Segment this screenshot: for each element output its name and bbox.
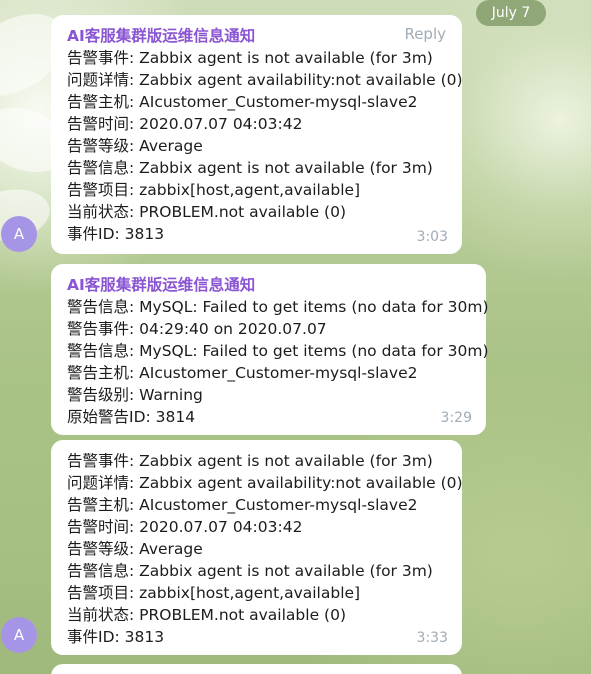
message-time: 3:33 xyxy=(416,630,448,646)
message-line: 告警时间: 2020.07.07 04:03:42 xyxy=(67,115,303,133)
avatar[interactable]: A xyxy=(1,216,37,252)
message-line: 告警项目: zabbix[host,agent,available] xyxy=(67,584,361,602)
message-line: 告警等级: Average xyxy=(67,540,203,558)
message-line: 当前状态: PROBLEM.not available (0) xyxy=(67,203,346,221)
message-bubble[interactable]: AI客服集群版运维信息通知 警告信息: MySQL: Failed to get… xyxy=(51,264,489,435)
message-line: 告警事件: Zabbix agent is not available (for… xyxy=(67,49,433,67)
message-line: 警告主机: AIcustomer_Customer-mysql-slave2 xyxy=(67,364,418,382)
message-line: 告警等级: Average xyxy=(67,137,203,155)
chat-window: July 7 AI客服集群版运维信息通知 Reply 告警事件: Zabbix … xyxy=(0,0,591,674)
message-line: 告警时间: 2020.07.07 04:03:42 xyxy=(67,518,303,536)
message-bubble[interactable]: 告警事件: Zabbix agent is not available (for… xyxy=(51,440,463,655)
message-line: 警告信息: MySQL: Failed to get items (no dat… xyxy=(67,298,489,316)
message-time: 3:03 xyxy=(416,229,448,245)
message-line: 警告信息: MySQL: Failed to get items (no dat… xyxy=(67,342,489,360)
message-line: 原始警告ID: 3814 xyxy=(67,408,196,426)
message-time: 3:29 xyxy=(440,410,472,426)
avatar[interactable]: A xyxy=(1,617,37,653)
message-line: 问题详情: Zabbix agent availability:not avai… xyxy=(67,474,463,492)
message-line: 告警信息: Zabbix agent is not available (for… xyxy=(67,159,433,177)
message-line: 问题详情: Zabbix agent availability:not avai… xyxy=(67,71,463,89)
message-line: 告警事件: Zabbix agent is not available (for… xyxy=(67,452,433,470)
message-line: 告警主机: AIcustomer_Customer-mysql-slave2 xyxy=(67,93,418,111)
message-line: 告警信息: Zabbix agent is not available (for… xyxy=(67,562,433,580)
message-sender[interactable]: AI客服集群版运维信息通知 xyxy=(67,25,446,47)
message-line: 告警主机: AIcustomer_Customer-mysql-slave2 xyxy=(67,496,418,514)
date-badge: July 7 xyxy=(476,0,546,26)
message-line: 警告事件: 04:29:40 on 2020.07.07 xyxy=(67,320,327,338)
message-bubble[interactable] xyxy=(51,664,462,674)
reply-button[interactable]: Reply xyxy=(404,23,446,45)
message-line: 警告级别: Warning xyxy=(67,386,203,404)
message-line: 事件ID: 3813 xyxy=(67,225,165,243)
message-bubble[interactable]: AI客服集群版运维信息通知 Reply 告警事件: Zabbix agent i… xyxy=(51,15,463,254)
message-line: 事件ID: 3813 xyxy=(67,628,165,646)
message-line: 当前状态: PROBLEM.not available (0) xyxy=(67,606,346,624)
message-sender[interactable]: AI客服集群版运维信息通知 xyxy=(67,274,470,296)
message-line: 告警项目: zabbix[host,agent,available] xyxy=(67,181,361,199)
